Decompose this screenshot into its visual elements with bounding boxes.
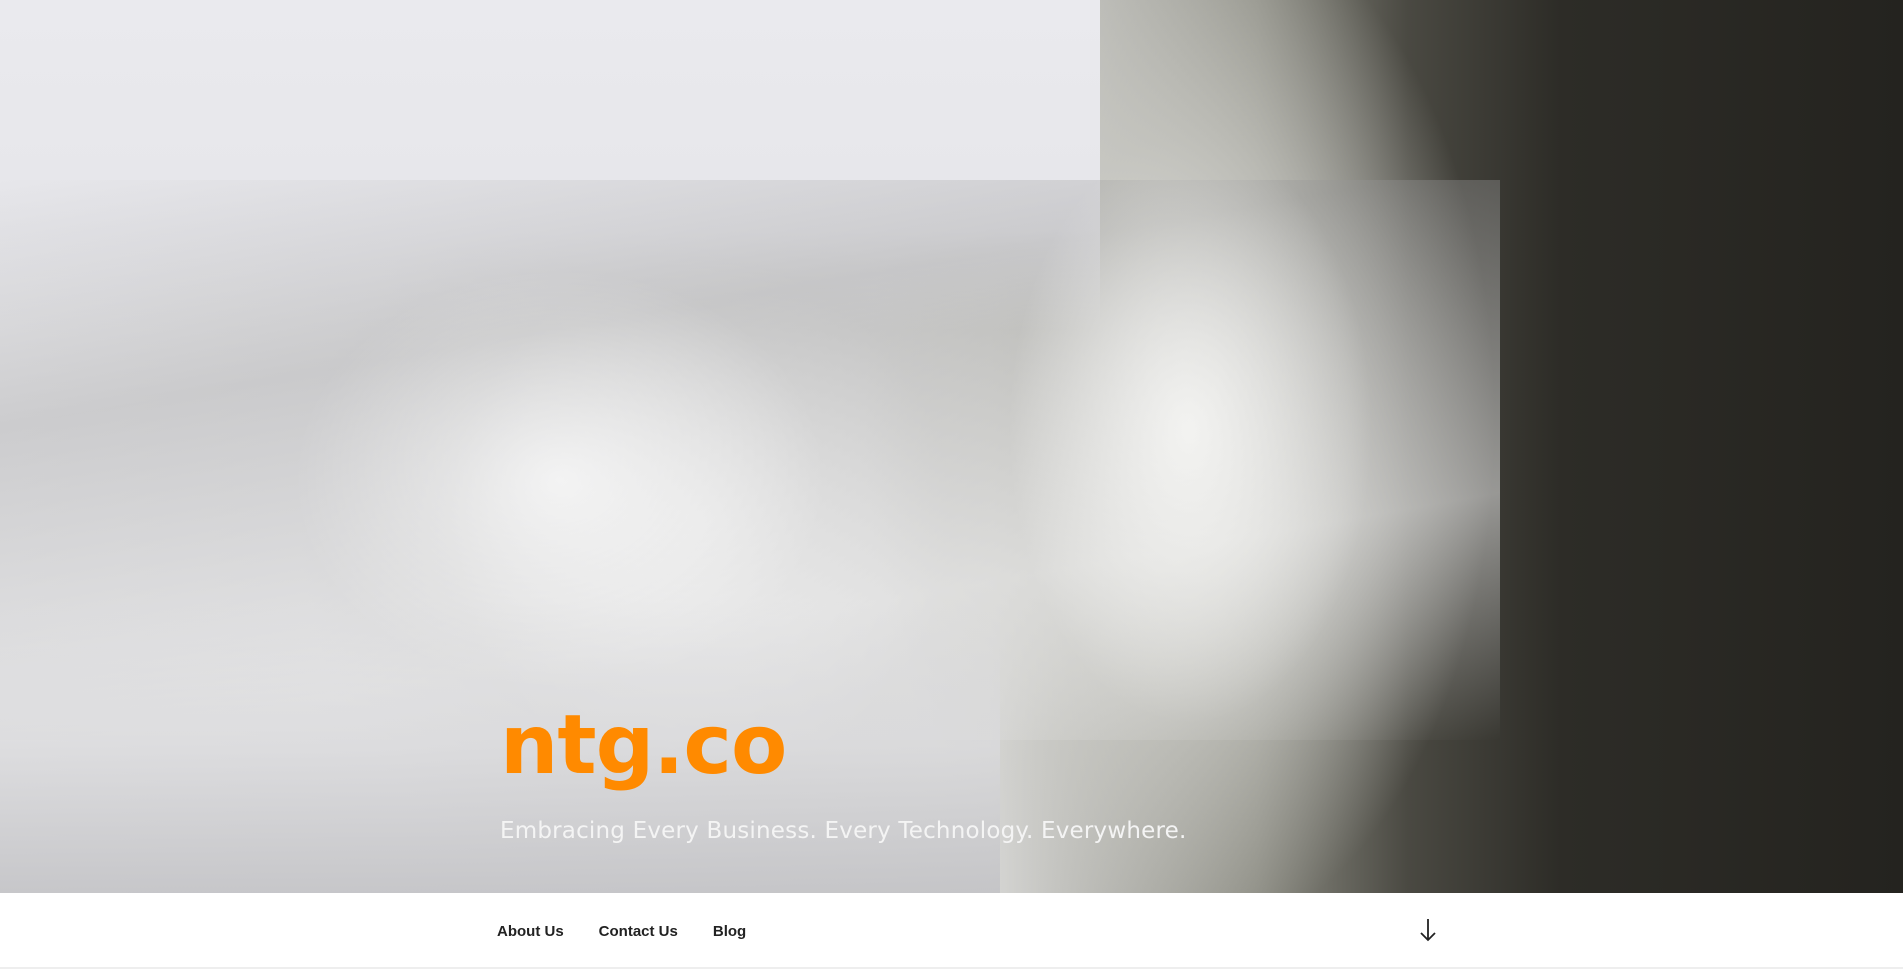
nav-link-about-us[interactable]: About Us bbox=[497, 923, 564, 940]
main-navigation: About Us Contact Us Blog bbox=[0, 893, 1903, 969]
site-title-link[interactable]: ntg.co bbox=[500, 705, 787, 787]
arrow-down-icon bbox=[1420, 919, 1436, 942]
nav-menu: About Us Contact Us Blog bbox=[497, 893, 781, 967]
nav-item: About Us bbox=[497, 921, 564, 940]
nav-item: Blog bbox=[713, 921, 746, 940]
hero-header: ntg.co Embracing Every Business. Every T… bbox=[0, 0, 1903, 893]
site-tagline: Embracing Every Business. Every Technolo… bbox=[500, 818, 1187, 844]
nav-link-blog[interactable]: Blog bbox=[713, 923, 746, 940]
scroll-down-button[interactable] bbox=[1416, 916, 1440, 944]
nav-item: Contact Us bbox=[599, 921, 678, 940]
nav-link-contact-us[interactable]: Contact Us bbox=[599, 923, 678, 940]
